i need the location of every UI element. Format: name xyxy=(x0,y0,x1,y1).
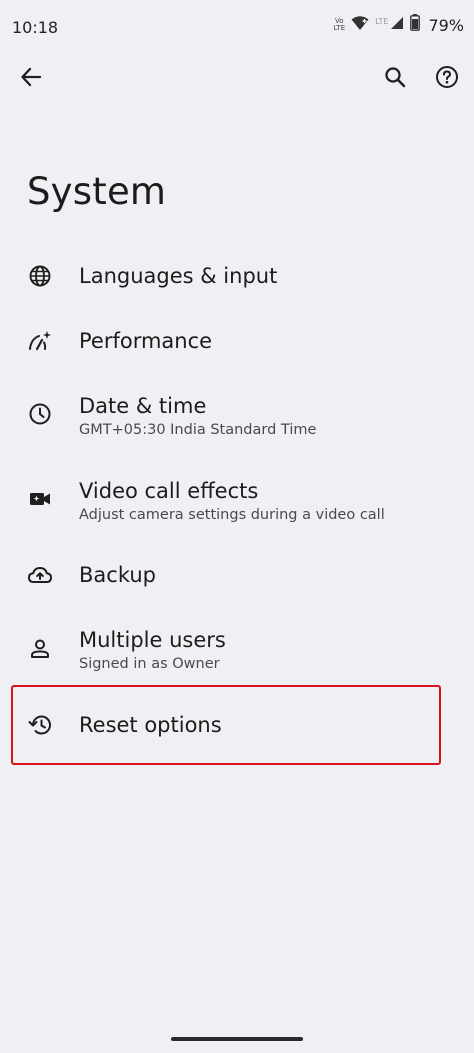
settings-item-performance[interactable]: Performance xyxy=(0,309,474,373)
item-subtitle: GMT+05:30 India Standard Time xyxy=(79,422,317,438)
person-icon xyxy=(27,636,53,662)
back-button[interactable] xyxy=(9,55,53,99)
cloud-upload-icon xyxy=(27,562,53,588)
status-icons: Vo LTE LTE 79% xyxy=(334,14,464,36)
volte-label-bottom: LTE xyxy=(333,24,346,32)
search-icon xyxy=(385,67,406,88)
item-subtitle: Adjust camera settings during a video ca… xyxy=(79,507,385,523)
item-title: Video call effects xyxy=(79,479,259,503)
performance-gauge-icon xyxy=(27,328,53,354)
item-title: Languages & input xyxy=(79,264,278,288)
item-title: Multiple users xyxy=(79,628,226,652)
clock-icon xyxy=(27,401,53,427)
item-title: Performance xyxy=(79,329,213,353)
status-bar: 10:18 Vo LTE LTE 79% xyxy=(0,0,474,52)
battery-percent: 79% xyxy=(428,15,464,35)
status-time: 10:18 xyxy=(12,18,59,37)
item-subtitle: Signed in as Owner xyxy=(79,656,220,672)
lte-label: LTE xyxy=(375,16,389,26)
settings-item-video-call-effects[interactable]: Video call effects Adjust camera setting… xyxy=(0,459,474,539)
volte-indicator: Vo LTE xyxy=(334,18,346,32)
settings-item-backup[interactable]: Backup xyxy=(0,543,474,607)
page-title: System xyxy=(27,170,167,213)
settings-item-date-time[interactable]: Date & time GMT+05:30 India Standard Tim… xyxy=(0,374,474,454)
battery-icon xyxy=(410,14,421,36)
wifi-icon xyxy=(351,15,369,36)
item-title: Backup xyxy=(79,563,156,587)
search-button[interactable] xyxy=(373,55,417,99)
help-circle-icon xyxy=(436,66,458,88)
highlight-box xyxy=(11,685,441,765)
help-button[interactable] xyxy=(425,55,469,99)
top-app-bar xyxy=(0,52,474,104)
video-camera-icon xyxy=(27,486,53,512)
item-title: Date & time xyxy=(79,394,207,418)
globe-icon xyxy=(27,263,53,289)
settings-item-multiple-users[interactable]: Multiple users Signed in as Owner xyxy=(0,608,474,688)
arrow-back-icon xyxy=(21,67,42,87)
cell-signal-icon xyxy=(390,16,404,35)
settings-item-languages[interactable]: Languages & input xyxy=(0,244,474,308)
gesture-nav-handle[interactable] xyxy=(171,1037,303,1041)
